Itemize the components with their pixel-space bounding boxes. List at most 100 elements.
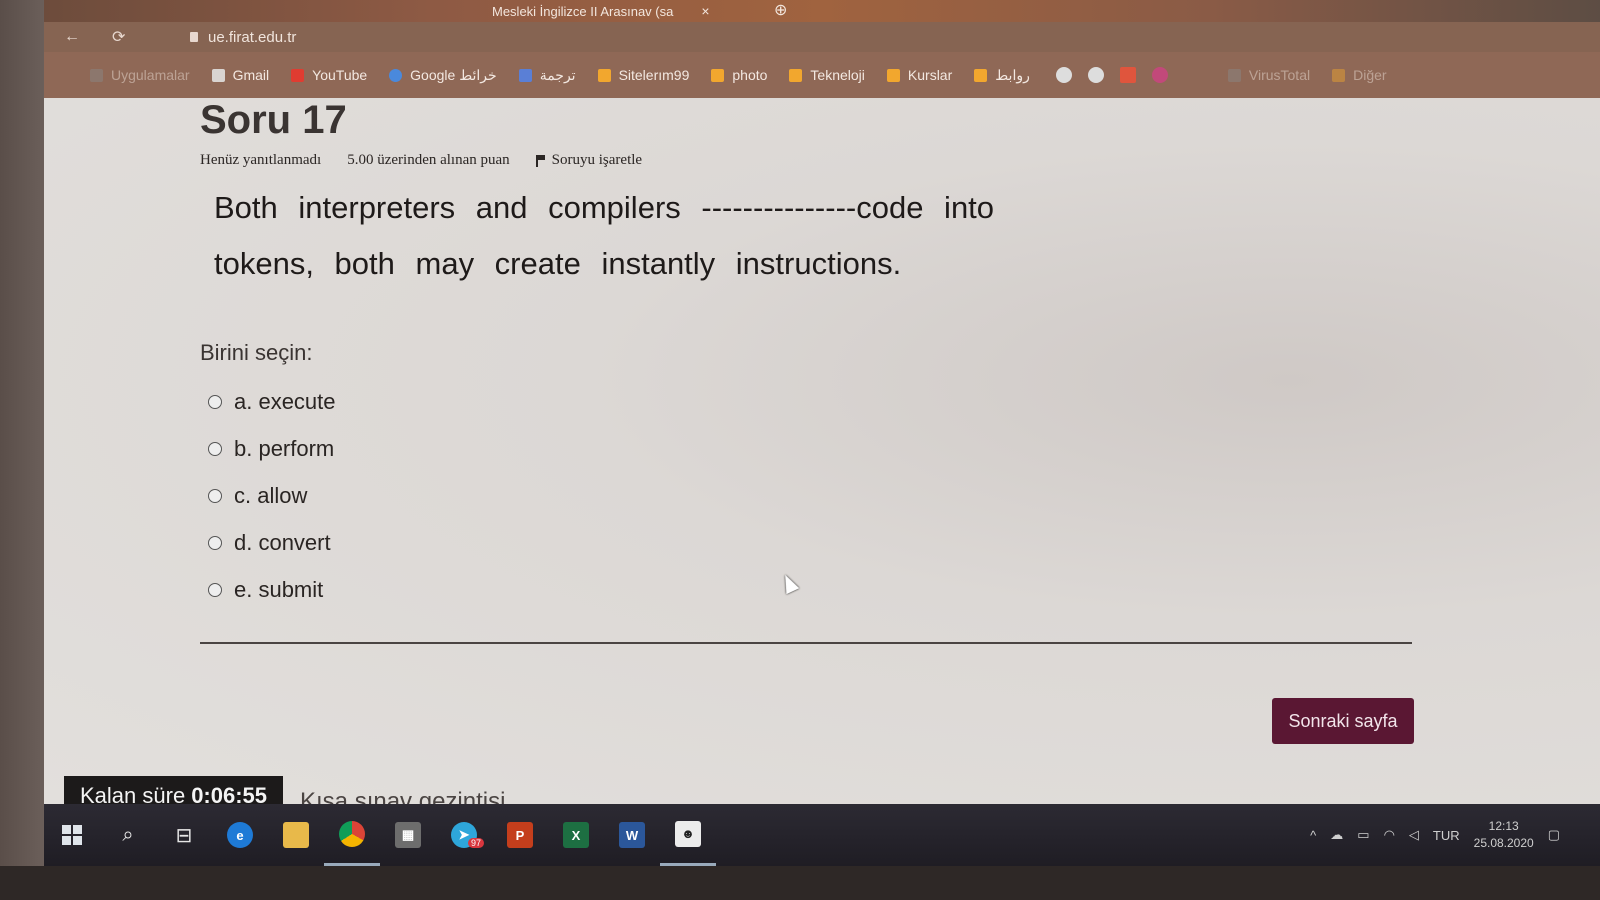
reload-icon[interactable]: ⟳ <box>112 27 130 47</box>
new-tab-icon[interactable]: ⊕ <box>774 0 787 20</box>
next-page-button[interactable]: Sonraki sayfa <box>1272 698 1414 744</box>
flag-question-link[interactable]: Soruyu işaretle <box>535 152 643 169</box>
bookmark-other[interactable]: Diğer <box>1332 67 1387 83</box>
clock-date: 25.08.2020 <box>1473 836 1534 850</box>
bookmark-kurslar[interactable]: Kurslar <box>886 67 953 83</box>
bookmark-label: VirusTotal <box>1248 67 1311 83</box>
folder-icon <box>974 68 988 82</box>
windows-icon <box>62 825 82 845</box>
powerpoint-icon: P <box>507 822 533 848</box>
address-bar: ← ⟳ ue.firat.edu.tr <box>44 22 1600 52</box>
bookmark-label: Diğer <box>1353 67 1387 83</box>
system-tray: ^ ☁ ▭ ◠ ◁ TUR 12:13 25.08.2020 ▢ <box>1310 804 1560 866</box>
volume-icon[interactable]: ◁ <box>1409 827 1419 843</box>
radio-button[interactable] <box>208 488 222 503</box>
bookmark-links[interactable]: روابط <box>974 67 1030 84</box>
globe-icon[interactable] <box>1055 67 1072 83</box>
question-points: 5.00 üzerinden alınan puan <box>347 152 510 168</box>
bookmarks-bar: Uygulamalar Gmail YouTube Google خرائط ت… <box>44 52 1600 98</box>
bookmark-photo[interactable]: photo <box>711 67 767 83</box>
folder-icon <box>1332 68 1346 82</box>
chevron-up-icon[interactable]: ^ <box>1310 828 1316 843</box>
edge-button[interactable]: e <box>212 804 268 866</box>
flag-icon <box>535 154 546 167</box>
battery-icon[interactable]: ▭ <box>1357 827 1369 843</box>
divider <box>200 642 1412 644</box>
gmail-icon <box>211 68 225 82</box>
instagram-icon[interactable] <box>1151 67 1168 83</box>
bookmark-label: photo <box>732 67 768 83</box>
taskbar: ⌕ ⊟ e ▦ ➤ 97 P X W ☻ ^ ☁ ▭ ◠ ◁ TUR 12:13… <box>44 804 1600 866</box>
bookmark-apps[interactable]: Uygulamalar <box>90 67 190 83</box>
radio-button[interactable] <box>208 394 222 409</box>
answer-label: e. submit <box>234 576 324 602</box>
bookmark-virustotal[interactable]: VirusTotal <box>1227 67 1311 83</box>
radio-button[interactable] <box>208 535 222 550</box>
bookmark-label: YouTube <box>312 67 368 83</box>
clock-time: 12:13 <box>1488 819 1519 833</box>
url-field[interactable]: ue.firat.edu.tr <box>190 29 296 46</box>
powerpoint-button[interactable]: P <box>492 804 548 866</box>
start-button[interactable] <box>44 804 100 866</box>
file-explorer-button[interactable] <box>268 804 324 866</box>
telegram-button[interactable]: ➤ 97 <box>436 804 492 866</box>
bookmark-sitelerim[interactable]: Sitelerım99 <box>597 67 690 83</box>
store-icon: ▦ <box>395 822 421 848</box>
search-button[interactable]: ⌕ <box>100 804 156 866</box>
answer-option-d[interactable]: d. convert <box>208 519 336 566</box>
bookmark-label: Uygulamalar <box>111 67 190 83</box>
task-view-button[interactable]: ⊟ <box>156 804 212 866</box>
question-text-line: Both interpreters and compilers --------… <box>214 190 995 225</box>
virustotal-icon <box>1227 68 1241 82</box>
bookmark-youtube[interactable]: YouTube <box>291 67 367 83</box>
back-icon[interactable]: ← <box>64 28 82 46</box>
person-app-button[interactable]: ☻ <box>660 804 716 866</box>
mail-icon[interactable] <box>1119 67 1136 83</box>
flag-label: Soruyu işaretle <box>551 152 643 168</box>
bookmark-google-maps[interactable]: Google خرائط <box>389 67 497 84</box>
google-maps-icon <box>389 68 403 82</box>
radio-button[interactable] <box>208 582 222 597</box>
bookmark-label: Kurslar <box>907 67 953 83</box>
question-text-line: tokens, both may create instantly instru… <box>214 246 902 281</box>
answer-option-c[interactable]: c. allow <box>208 472 336 519</box>
bookmark-tekneloji[interactable]: Tekneloji <box>789 67 865 83</box>
answer-option-e[interactable]: e. submit <box>208 566 336 613</box>
word-button[interactable]: W <box>604 804 660 866</box>
tab-close-icon[interactable]: × <box>701 3 709 19</box>
notification-badge: 97 <box>468 838 485 848</box>
cloud-icon[interactable]: ☁ <box>1330 827 1343 843</box>
browser-tab[interactable]: Mesleki İngilizce II Arasınav (sa × ⊕ <box>484 0 787 22</box>
bookmark-label: روابط <box>995 66 1030 83</box>
folder-icon <box>789 68 803 82</box>
bookmark-label: Tekneloji <box>810 67 865 83</box>
wifi-icon[interactable]: ◠ <box>1384 827 1395 843</box>
clock[interactable]: 12:13 25.08.2020 <box>1474 818 1534 852</box>
url-text: ue.firat.edu.tr <box>208 28 297 46</box>
excel-button[interactable]: X <box>548 804 604 866</box>
apps-icon <box>90 68 103 82</box>
excel-icon: X <box>563 822 589 848</box>
bookmark-translate[interactable]: ترجمة <box>518 67 576 84</box>
store-button[interactable]: ▦ <box>380 804 436 866</box>
answer-option-a[interactable]: a. execute <box>208 378 336 425</box>
question-title: Soru 17 <box>200 98 347 142</box>
word-icon: W <box>619 822 645 848</box>
bookmark-label: Sitelerım99 <box>618 67 690 83</box>
globe-icon[interactable] <box>1087 67 1104 83</box>
answer-label: a. execute <box>234 388 336 414</box>
screen-bezel-bottom <box>0 866 1600 900</box>
radio-button[interactable] <box>208 441 222 456</box>
lock-icon <box>190 32 198 42</box>
answer-option-b[interactable]: b. perform <box>208 425 336 472</box>
chrome-button[interactable] <box>324 804 380 866</box>
answer-list: a. execute b. perform c. allow d. conver… <box>208 378 336 613</box>
screen: Mesleki İngilizce II Arasınav (sa × ⊕ ← … <box>44 0 1600 866</box>
youtube-icon <box>291 68 305 82</box>
bookmark-icons <box>1055 67 1168 83</box>
language-indicator[interactable]: TUR <box>1433 828 1460 843</box>
notifications-icon[interactable]: ▢ <box>1548 827 1560 843</box>
folder-icon <box>886 68 900 82</box>
bookmark-gmail[interactable]: Gmail <box>211 67 269 83</box>
question-text: Both interpreters and compilers --------… <box>214 180 1094 292</box>
